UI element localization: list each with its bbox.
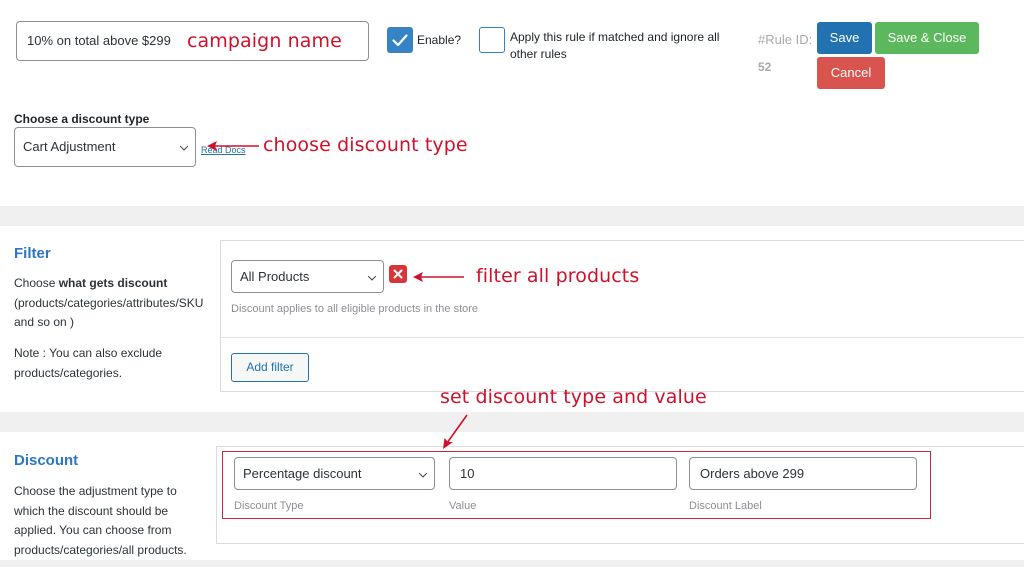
discount-type-caption: Discount Type [234, 500, 304, 512]
save-close-button[interactable]: Save & Close [875, 22, 979, 54]
discount-title: Discount [14, 452, 79, 469]
filter-help: Choose what gets discount (products/cate… [14, 274, 218, 333]
discount-value-input[interactable]: 10 [449, 457, 677, 490]
arrow-filter-icon [413, 272, 464, 282]
checkmark-icon [392, 34, 408, 47]
save-button[interactable]: Save [817, 22, 872, 54]
discount-type-heading: Choose a discount type [14, 112, 150, 126]
campaign-name-annotation: campaign name [187, 30, 342, 52]
filter-note: Note : You can also exclude products/cat… [14, 346, 163, 380]
chevron-down-icon [179, 142, 189, 151]
chevron-down-icon [418, 468, 428, 478]
discount-label-input[interactable]: Orders above 299 [689, 457, 917, 490]
discount-type-dropdown-value: Percentage discount [243, 466, 362, 481]
discount-type-select[interactable]: Cart Adjustment [14, 127, 196, 167]
discount-type-selected: Cart Adjustment [23, 139, 116, 154]
campaign-name-value: 10% on total above $299 [27, 33, 171, 48]
remove-filter-button[interactable] [389, 265, 407, 283]
enable-checkbox[interactable] [387, 27, 413, 53]
apply-rule-label: Apply this rule if matched and ignore al… [510, 30, 720, 61]
close-icon [393, 269, 403, 279]
arrow-discount-type-icon [207, 141, 259, 151]
filter-help-prefix: Choose [14, 276, 59, 290]
discount-label-caption: Discount Label [689, 500, 762, 512]
add-filter-button[interactable]: Add filter [231, 353, 309, 382]
set-discount-annotation: set discount type and value [440, 386, 707, 408]
cancel-button[interactable]: Cancel [817, 57, 885, 89]
filter-annotation: filter all products [476, 265, 640, 287]
filter-help-bold: what gets discount [58, 276, 168, 290]
filter-help-rest: (products/categories/attributes/SKU and … [14, 295, 204, 330]
filter-select[interactable]: All Products [231, 260, 384, 293]
discount-value-caption: Value [449, 500, 477, 512]
apply-rule-checkbox[interactable] [479, 27, 505, 53]
filter-title: Filter [14, 245, 51, 262]
filter-hint: Discount applies to all eligible product… [231, 303, 479, 315]
rule-id-label: #Rule ID: [758, 32, 813, 47]
discount-type-annotation: choose discount type [263, 134, 468, 156]
discount-type-dropdown[interactable]: Percentage discount [234, 457, 435, 490]
rule-id-value: 52 [758, 60, 772, 74]
enable-label: Enable? [417, 33, 462, 47]
discount-value: 10 [460, 466, 475, 481]
arrow-set-discount-icon [443, 414, 468, 449]
filter-divider [221, 337, 1024, 338]
top-panel: 10% on total above $299 campaign name En… [0, 0, 1024, 206]
discount-help: Choose the adjustment type to which the … [14, 484, 187, 557]
filter-selected: All Products [240, 269, 310, 284]
chevron-down-icon [367, 271, 377, 281]
discount-label-value: Orders above 299 [700, 466, 805, 481]
